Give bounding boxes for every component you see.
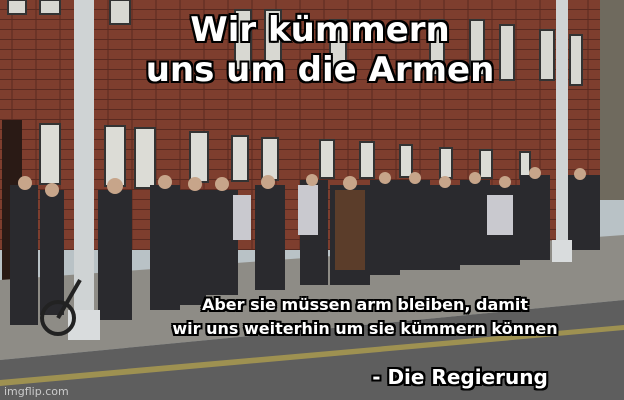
bottom-caption-line-2: wir uns weiterhin um sie kümmern können <box>172 319 558 338</box>
imgflip-watermark: imgflip.com <box>4 385 69 398</box>
top-caption-line-1: Wir kümmern <box>190 10 450 50</box>
bottom-caption-line-1: Aber sie müssen arm bleiben, damit <box>201 295 529 314</box>
bottom-caption: Aber sie müssen arm bleiben, damit wir u… <box>130 293 600 341</box>
attribution-caption: - Die Regierung <box>372 365 548 389</box>
top-caption-line-2: uns um die Armen <box>145 50 495 90</box>
top-caption: Wir kümmern uns um die Armen <box>110 10 530 90</box>
meme-image: Wir kümmern uns um die Armen Aber sie mü… <box>0 0 624 400</box>
